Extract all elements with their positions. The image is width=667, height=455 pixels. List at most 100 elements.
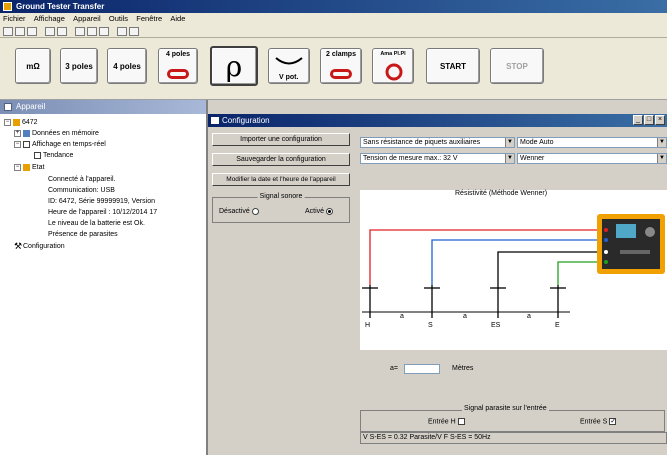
menu-fenetre[interactable]: Fenêtre [133, 13, 165, 25]
electrode-s-label: S [428, 322, 433, 329]
window-controls: _ □ × [633, 115, 665, 125]
menu-appareil[interactable]: Appareil [70, 13, 104, 25]
device-icon [13, 118, 20, 126]
tree-node-status[interactable]: − Etat [14, 163, 44, 172]
beep-on-option[interactable]: Activé [305, 208, 334, 215]
mode-milliohm-button[interactable]: mΩ [15, 48, 51, 84]
beep-off-option[interactable]: Désactivé [219, 208, 259, 215]
a-label: a= [390, 365, 398, 372]
title-bar: Ground Tester Transfer [0, 0, 667, 13]
mode-loop-button[interactable]: Ama Pl.Pl [372, 48, 414, 84]
input-h-option[interactable]: Entrée H [428, 418, 465, 425]
tree-configuration-label: Configuration [23, 243, 65, 250]
minimize-icon[interactable]: _ [633, 115, 643, 125]
mode-4-poles-clamp-label: 4 poles [165, 51, 191, 58]
device-pane-title: Appareil [0, 100, 206, 114]
potential-curve-icon [275, 57, 303, 65]
preview-icon[interactable] [27, 27, 37, 36]
tree-status-label: Etat [32, 164, 45, 171]
mode-select[interactable]: Mode Auto ▼ [517, 137, 667, 148]
set-datetime-button[interactable]: Modifier la date et l'heure de l'apparei… [212, 173, 350, 186]
tree-node-root[interactable]: − 6472 [4, 118, 38, 127]
voltage-select[interactable]: Tension de mesure max.: 32 V ▼ [360, 153, 515, 164]
window-icon[interactable] [75, 27, 85, 36]
trend-icon [34, 151, 41, 159]
tree-node-trend[interactable]: Tendance [34, 151, 73, 160]
list-icon[interactable] [99, 27, 109, 36]
spacing-input[interactable] [404, 364, 440, 374]
mode-2-clamps-button[interactable]: 2 clamps [320, 48, 362, 84]
start-label: START [439, 61, 467, 71]
method-select[interactable]: Wenner ▼ [517, 153, 667, 164]
device-pane-icon [4, 103, 12, 111]
context-help-icon[interactable] [129, 27, 139, 36]
beep-on-radio[interactable] [326, 208, 334, 215]
tree-node-battery: Le niveau de la batterie est Ok. [48, 219, 145, 228]
status-icon [23, 163, 30, 171]
mode-4-poles-button[interactable]: 4 poles [107, 48, 147, 84]
beep-off-radio[interactable] [251, 208, 259, 215]
aux-resistance-select[interactable]: Sans résistance de piquets auxiliaires ▼ [360, 137, 515, 148]
config-window-icon [211, 117, 219, 124]
interference-text: Présence de parasites [48, 231, 118, 238]
tree-node-interference: Présence de parasites [48, 230, 118, 239]
a-unit-label: Mètres [452, 365, 474, 372]
tree-realtime-label: Affichage en temps-réel [32, 141, 106, 148]
dropdown-arrow-icon[interactable]: ▼ [505, 138, 514, 147]
tree-node-configuration[interactable]: ⚒Configuration [14, 240, 65, 251]
tree-node-realtime[interactable]: − Affichage en temps-réel [14, 140, 106, 149]
tools-icon[interactable] [87, 27, 97, 36]
dropdown-arrow-icon[interactable]: ▼ [657, 154, 666, 163]
menu-outils[interactable]: Outils [106, 13, 131, 25]
mode-vpot-label: V pot. [279, 74, 299, 81]
wrench-icon: ⚒ [14, 240, 23, 251]
input-h-checkbox[interactable] [457, 418, 465, 425]
beep-group: Signal sonore Désactivé Activé [212, 193, 350, 223]
open-icon[interactable] [3, 27, 13, 36]
mode-3-poles-button[interactable]: 3 poles [60, 48, 98, 84]
dropdown-arrow-icon[interactable]: ▼ [505, 154, 514, 163]
help-icon[interactable] [117, 27, 127, 36]
dropdown-arrow-icon[interactable]: ▼ [657, 138, 666, 147]
mode-4-poles-clamp-button[interactable]: 4 poles [158, 48, 198, 84]
close-icon[interactable]: × [655, 115, 665, 125]
import-config-button[interactable]: Importer une configuration [212, 133, 350, 146]
collapse-icon[interactable]: − [4, 118, 11, 126]
collapse-icon[interactable]: − [14, 163, 21, 171]
memory-icon [23, 129, 30, 137]
tree-node-id: ID: 6472, Série 99999919, Version [48, 197, 155, 206]
start-button[interactable]: START [426, 48, 480, 84]
collapse-icon[interactable]: − [14, 140, 21, 148]
input-s-option[interactable]: Entrée S ✓ [580, 418, 617, 425]
mode-vpot-button[interactable]: V pot. [268, 48, 310, 84]
clamp-icon [330, 69, 352, 79]
input-s-checkbox[interactable]: ✓ [609, 418, 617, 425]
id-text: ID: 6472, Série 99999919, Version [48, 198, 156, 205]
resistivity-symbol: ρ [225, 49, 243, 83]
tree-node-memory[interactable]: + Données en mémoire [14, 129, 99, 138]
expand-icon[interactable]: + [14, 129, 21, 137]
wenner-diagram [360, 190, 667, 350]
app-title: Ground Tester Transfer [16, 2, 105, 11]
menu-affichage[interactable]: Affichage [31, 13, 68, 25]
mode-loop-label: Ama Pl.Pl [380, 51, 406, 57]
menu-aide[interactable]: Aide [167, 13, 188, 25]
electrode-h-label: H [365, 322, 371, 329]
input-h-label: Entrée H [428, 418, 456, 426]
save-config-button[interactable]: Sauvegarder la configuration [212, 153, 350, 166]
aux-resistance-value: Sans résistance de piquets auxiliaires [363, 139, 481, 146]
realtime-icon [23, 140, 30, 148]
voltage-value: Tension de mesure max.: 32 V [363, 155, 458, 162]
mode-4-poles-label: 4 poles [113, 61, 141, 71]
spacing-label-2: a [463, 313, 467, 320]
spacing-label-3: a [527, 313, 531, 320]
stop-label: STOP [506, 61, 528, 71]
mode-resistivity-button[interactable]: ρ [210, 46, 258, 86]
menu-fichier[interactable]: Fichier [0, 13, 29, 25]
maximize-icon[interactable]: □ [644, 115, 654, 125]
beep-on-label: Activé [305, 208, 325, 215]
electrode-es-label: ES [491, 322, 501, 329]
paste-icon[interactable] [57, 27, 67, 36]
copy-icon[interactable] [45, 27, 55, 36]
print-icon[interactable] [15, 27, 25, 36]
